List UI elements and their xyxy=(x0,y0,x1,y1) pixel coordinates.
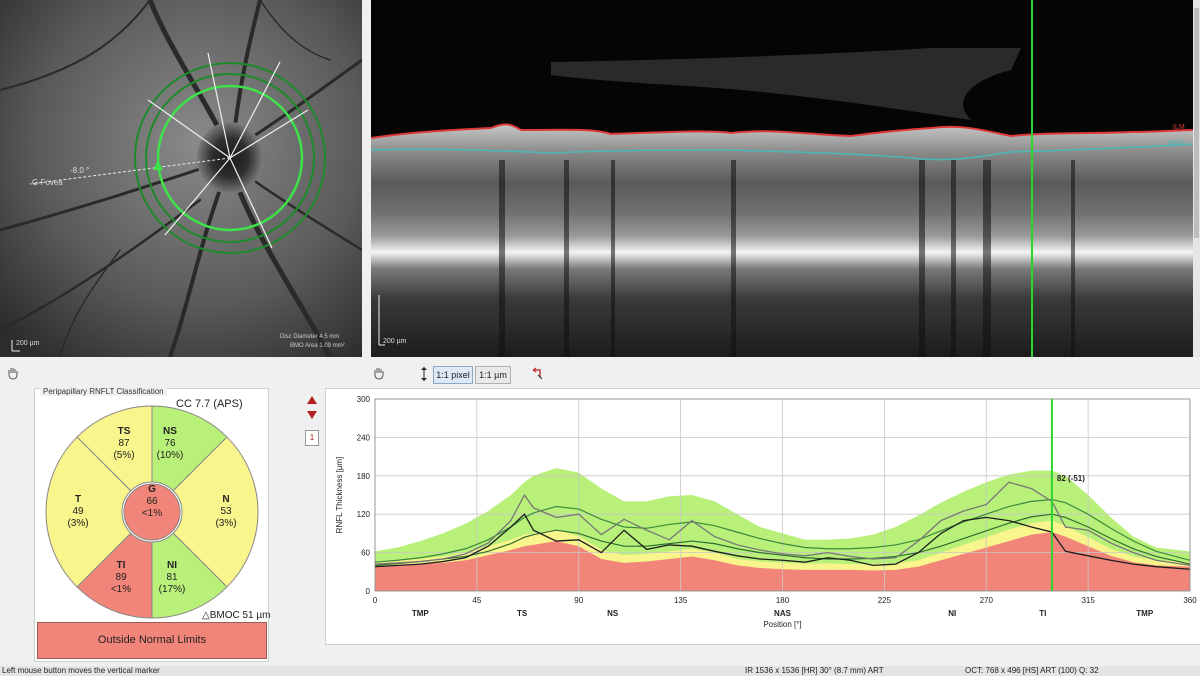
y-tick-label: 240 xyxy=(357,433,371,442)
flip-tool-icon[interactable] xyxy=(530,366,544,380)
bscan-scale-label: 200 µm xyxy=(383,338,407,345)
disc-diameter-label: Disc Diameter 4.5 mm xyxy=(280,334,340,340)
x-sector-label: NI xyxy=(948,609,956,618)
x-tick-label: 45 xyxy=(472,596,481,605)
rnfl-label: RNFL xyxy=(1168,140,1187,147)
hand-tool-bscan-icon[interactable] xyxy=(372,366,386,380)
sector-ti-value: 89 xyxy=(115,572,127,583)
x-tick-label: 180 xyxy=(776,596,790,605)
x-tick-label: 225 xyxy=(878,596,892,605)
x-sector-label: TMP xyxy=(1136,609,1154,618)
sector-n-name: N xyxy=(222,494,229,505)
sector-ts-name: TS xyxy=(118,426,131,437)
sector-chart: TS87(5%)NS76(10%)T49(3%)N53(3%)TI89<1%NI… xyxy=(45,405,259,619)
x-tick-label: 90 xyxy=(574,596,583,605)
x-sector-label: TMP xyxy=(412,609,430,618)
sector-ts-percent: (5%) xyxy=(113,450,134,461)
bscan-graphic xyxy=(371,0,1193,357)
sector-ni-percent: (17%) xyxy=(159,584,186,595)
sector-g-name: G xyxy=(148,484,156,495)
x-sector-label: NAS xyxy=(774,609,792,618)
status-ir-info: IR 1536 x 1536 [HR] 30° (8.7 mm) ART xyxy=(745,666,884,675)
y-tick-label: 0 xyxy=(366,587,371,596)
x-sector-label: NS xyxy=(607,609,619,618)
sector-n-value: 53 xyxy=(220,506,232,517)
arrow-up-icon[interactable] xyxy=(306,392,318,404)
bmo-offset-label: △BMOC 51 µm xyxy=(202,610,271,621)
x-sector-label: TS xyxy=(517,609,528,618)
x-tick-label: 270 xyxy=(980,596,994,605)
x-tick-label: 360 xyxy=(1183,596,1197,605)
sector-ns-percent: (10%) xyxy=(157,450,184,461)
sector-g-value: 66 xyxy=(146,496,158,507)
bmo-area-label: BMO Area 1.09 mm² xyxy=(290,343,345,349)
sector-ns-name: NS xyxy=(163,426,177,437)
angle-label: -8.0 ° xyxy=(70,166,90,175)
status-bar: Left mouse button moves the vertical mar… xyxy=(0,666,1200,676)
fundus-scale-label: 200 µm xyxy=(16,340,40,347)
rnfl-thickness-chart[interactable]: 0 60 120 180 240 300 0 45 90 135 180 225 270 315 360 TM… xyxy=(325,388,1200,643)
x-sector-label: TI xyxy=(1039,609,1046,618)
y-tick-label: 120 xyxy=(357,510,371,519)
sector-ni-name: NI xyxy=(167,560,177,571)
sector-ns-value: 76 xyxy=(164,438,176,449)
y-tick-label: 180 xyxy=(357,472,371,481)
status-hint: Left mouse button moves the vertical mar… xyxy=(2,666,160,675)
sector-t-value: 49 xyxy=(72,506,84,517)
sector-ti-name: TI xyxy=(117,560,126,571)
y-axis-title: RNFL Thickness [µm] xyxy=(335,457,344,534)
x-tick-label: 135 xyxy=(674,596,688,605)
classification-title: Peripapillary RNFLT Classification xyxy=(40,387,167,396)
ilm-label: ILM xyxy=(1173,124,1185,131)
bscan-scroll-thumb[interactable] xyxy=(1194,8,1199,238)
arrow-down-icon[interactable] xyxy=(306,407,318,419)
sector-t-name: T xyxy=(75,494,81,505)
y-tick-label: 60 xyxy=(361,549,370,558)
vertical-scale-icon[interactable] xyxy=(418,366,430,382)
scale-1to1-um-button[interactable]: 1:1 µm xyxy=(475,366,511,384)
sector-g-percent: <1% xyxy=(142,508,162,519)
x-tick-label: 0 xyxy=(373,596,378,605)
x-tick-label: 315 xyxy=(1081,596,1095,605)
y-tick-label: 300 xyxy=(357,395,371,404)
x-axis-title: Position [°] xyxy=(763,620,801,629)
sector-t-percent: (3%) xyxy=(67,518,88,529)
scale-1to1-pixel-button[interactable]: 1:1 pixel xyxy=(433,366,473,384)
marker-value-label: 82 (-51) xyxy=(1057,474,1085,483)
fovea-label: G Fovea xyxy=(32,178,63,187)
oct-bscan-image[interactable]: ILM RNFL 200 µm xyxy=(371,0,1193,357)
sector-n-percent: (3%) xyxy=(215,518,236,529)
status-oct-info: OCT: 768 x 496 [HS] ART (100) Q: 32 xyxy=(965,666,1099,675)
hand-tool-fundus-icon[interactable] xyxy=(6,366,20,380)
sector-ti-percent: <1% xyxy=(111,584,131,595)
fundus-image[interactable]: -8.0 ° G Fovea 200 µm Disc Diameter 4.5 … xyxy=(0,0,362,357)
sector-ni-value: 81 xyxy=(166,572,178,583)
classification-verdict: Outside Normal Limits xyxy=(37,622,267,659)
sector-ts-value: 87 xyxy=(118,438,130,449)
page-number-button[interactable]: 1 xyxy=(305,430,319,446)
